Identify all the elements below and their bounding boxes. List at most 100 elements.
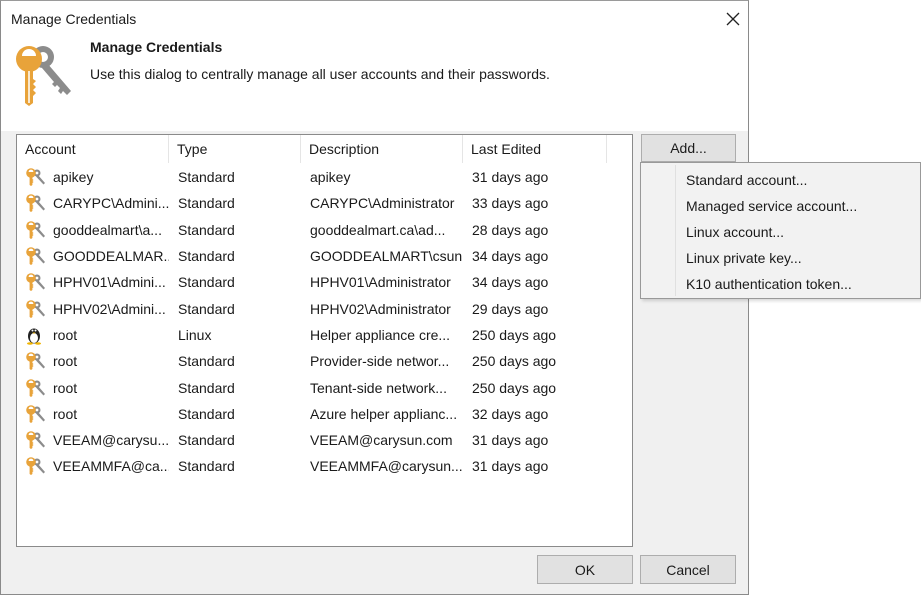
cell-type: Standard (178, 248, 235, 265)
key-icon (26, 247, 45, 266)
table-row[interactable]: apikey Standard apikey 31 days ago (17, 164, 632, 190)
table-row[interactable]: HPHV02\Admini... Standard HPHV02\Administr… (17, 295, 632, 321)
column-header-last-edited[interactable]: Last Edited (463, 135, 607, 163)
account-name: root (53, 326, 78, 343)
cell-account: apikey (17, 167, 169, 187)
cell-type: Standard (178, 195, 235, 212)
cell-description: VEEAMMFA@carysun... (310, 458, 463, 475)
cell-description: Tenant-side network... (310, 379, 447, 396)
cell-description: VEEAM@carysun.com (310, 432, 453, 449)
cell-description: Provider-side networ... (310, 353, 450, 370)
account-name: VEEAMMFA@ca... (53, 458, 169, 475)
table-row[interactable]: VEEAMMFA@ca... Standard VEEAMMFA@carysun..… (17, 453, 632, 479)
column-header-type[interactable]: Type (169, 135, 301, 163)
table-row[interactable]: root Standard Azure helper applianc... 32 d… (17, 401, 632, 427)
table-row[interactable]: gooddealmart\a... Standard gooddealmart.ca… (17, 217, 632, 243)
header-title: Manage Credentials (90, 39, 223, 55)
cell-type: Standard (178, 379, 235, 396)
cell-last-edited: 33 days ago (472, 195, 549, 212)
key-icon (26, 378, 45, 397)
cell-account: VEEAMMFA@ca... (17, 456, 169, 476)
cell-account: VEEAM@carysu... (17, 430, 169, 450)
key-icon (26, 194, 45, 213)
table-row[interactable]: root Standard Provider-side networ... 250 d… (17, 348, 632, 374)
table-row[interactable]: CARYPC\Admini... Standard CARYPC\Administr… (17, 190, 632, 216)
cell-last-edited: 31 days ago (472, 458, 549, 475)
cell-last-edited: 29 days ago (472, 300, 549, 317)
cell-last-edited: 34 days ago (472, 248, 549, 265)
table-row[interactable]: root Linux Helper appliance cre... 250 days… (17, 322, 632, 348)
key-icon (26, 220, 45, 239)
close-button[interactable] (721, 7, 745, 31)
key-icon (26, 431, 45, 450)
column-header-account[interactable]: Account (17, 135, 169, 163)
account-name: root (53, 353, 78, 370)
cell-last-edited: 31 days ago (472, 432, 549, 449)
cell-description: Azure helper applianc... (310, 405, 458, 422)
cell-description: HPHV01\Administrator (310, 274, 451, 291)
cell-description: apikey (310, 169, 351, 186)
account-name: root (53, 379, 78, 396)
column-header-description[interactable]: Description (301, 135, 463, 163)
key-icon (26, 457, 45, 476)
key-icon (26, 405, 45, 423)
table-row[interactable]: VEEAM@carysu... Standard VEEAM@carysun.com… (17, 427, 632, 453)
cell-description: GOODDEALMART\csun (310, 248, 463, 265)
menu-item-standard-account[interactable]: Standard account... (643, 168, 918, 192)
keys-icon (16, 46, 71, 106)
header-description: Use this dialog to centrally manage all … (90, 66, 550, 82)
list-header: Account Type Description Last Edited (17, 135, 609, 163)
table-row[interactable]: HPHV01\Admini... Standard HPHV01\Administr… (17, 269, 632, 295)
add-button[interactable]: Add... (641, 134, 736, 162)
cancel-button[interactable]: Cancel (640, 555, 736, 584)
cell-last-edited: 34 days ago (472, 274, 549, 291)
cell-type: Standard (178, 353, 235, 370)
cell-account: root (17, 404, 169, 424)
account-name: CARYPC\Admini... (53, 195, 169, 212)
ok-button[interactable]: OK (537, 555, 633, 584)
cell-type: Standard (178, 432, 235, 449)
cell-type: Standard (178, 274, 235, 291)
menu-item-linux-private-key[interactable]: Linux private key... (643, 246, 918, 270)
cell-account: GOODDEALMAR... (17, 246, 169, 266)
linux-penguin-icon (27, 328, 41, 345)
cell-account: HPHV01\Admini... (17, 272, 169, 292)
key-icon (26, 352, 45, 371)
cell-description: CARYPC\Administrator (310, 195, 455, 212)
cell-type: Standard (178, 300, 235, 317)
cell-last-edited: 28 days ago (472, 221, 549, 238)
table-row[interactable]: root Standard Tenant-side network... 250 da… (17, 374, 632, 400)
cell-account: root (17, 351, 169, 371)
cell-account: root (17, 378, 169, 398)
list-rows: apikey Standard apikey 31 days ago CARYPC\Ad… (17, 164, 632, 480)
account-name: HPHV01\Admini... (53, 274, 166, 291)
table-row[interactable]: GOODDEALMAR... Standard GOODDEALMART\csun 3… (17, 243, 632, 269)
menu-item-k10-authentication-token[interactable]: K10 authentication token... (643, 272, 918, 296)
account-name: HPHV02\Admini... (53, 300, 166, 317)
key-icon (26, 168, 45, 187)
cell-account: HPHV02\Admini... (17, 299, 169, 319)
add-dropdown-menu: Standard account... Managed service acco… (640, 162, 921, 299)
account-name: VEEAM@carysu... (53, 432, 169, 449)
window-title: Manage Credentials (11, 11, 137, 27)
close-icon (726, 12, 740, 26)
account-name: gooddealmart\a... (53, 221, 162, 238)
cell-last-edited: 32 days ago (472, 405, 549, 422)
cell-type: Standard (178, 169, 235, 186)
account-name: root (53, 405, 78, 422)
cell-last-edited: 250 days ago (472, 379, 557, 396)
cell-description: Helper appliance cre... (310, 326, 451, 343)
menu-item-linux-account[interactable]: Linux account... (643, 220, 918, 244)
cell-account: root (17, 325, 169, 345)
cell-type: Standard (178, 221, 235, 238)
cell-type: Linux (178, 326, 212, 343)
cell-type: Standard (178, 458, 235, 475)
cell-type: Standard (178, 405, 235, 422)
key-icon (26, 273, 45, 292)
menu-item-managed-service-account[interactable]: Managed service account... (643, 194, 918, 218)
cell-account: gooddealmart\a... (17, 220, 169, 240)
cell-last-edited: 250 days ago (472, 353, 557, 370)
dialog-header: Manage Credentials Manage Credentials Us… (1, 1, 748, 131)
account-name: GOODDEALMAR... (53, 248, 169, 265)
credentials-list[interactable]: Account Type Description Last Edited api… (16, 134, 633, 547)
